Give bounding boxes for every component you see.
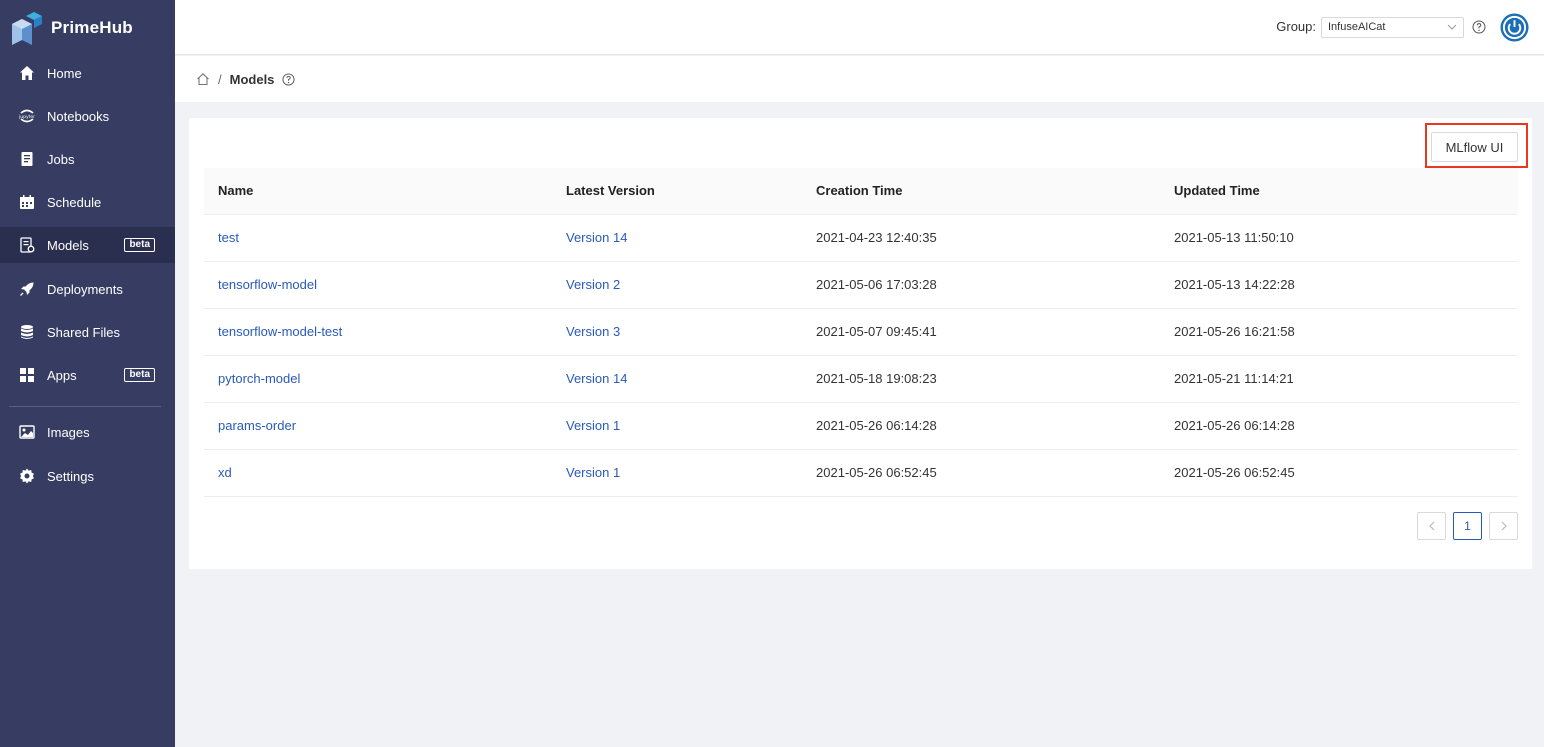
models-table: Name Latest Version Creation Time Update… [204, 168, 1518, 497]
updated-time-cell: 2021-05-26 16:21:58 [1160, 308, 1518, 356]
chevron-down-icon [1447, 24, 1457, 30]
model-version-link[interactable]: Version 2 [566, 277, 620, 292]
sidebar-item-schedule[interactable]: Schedule [0, 184, 175, 220]
creation-time-cell: 2021-05-18 19:08:23 [802, 355, 1160, 403]
creation-time-cell: 2021-05-26 06:14:28 [802, 402, 1160, 450]
chevron-right-icon [1501, 521, 1507, 531]
creation-time-cell: 2021-05-06 17:03:28 [802, 261, 1160, 309]
image-icon [18, 423, 36, 441]
model-name-link[interactable]: tensorflow-model-test [218, 324, 342, 339]
database-icon [18, 323, 36, 341]
column-header-latest-version[interactable]: Latest Version [552, 168, 802, 215]
model-name-link[interactable]: xd [218, 465, 232, 480]
sidebar-item-label: Apps [47, 367, 77, 383]
column-header-updated-time[interactable]: Updated Time [1160, 168, 1518, 215]
breadcrumb: / Models [175, 56, 1544, 102]
model-version-link[interactable]: Version 1 [566, 465, 620, 480]
model-version-link[interactable]: Version 1 [566, 418, 620, 433]
breadcrumb-separator: / [218, 71, 222, 87]
model-version-link[interactable]: Version 14 [566, 371, 627, 386]
model-version-link[interactable]: Version 14 [566, 230, 627, 245]
sidebar-item-notebooks[interactable]: jupyter Notebooks [0, 98, 175, 134]
table-row: tensorflow-model Version 2 2021-05-06 17… [204, 261, 1518, 309]
table-row: tensorflow-model-test Version 3 2021-05-… [204, 308, 1518, 356]
beta-badge: beta [124, 238, 155, 252]
beta-badge: beta [124, 368, 155, 382]
creation-time-cell: 2021-05-07 09:45:41 [802, 308, 1160, 356]
updated-time-cell: 2021-05-13 14:22:28 [1160, 261, 1518, 309]
home-icon [18, 64, 36, 82]
sidebar-item-label: Deployments [47, 281, 123, 297]
table-row: xd Version 1 2021-05-26 06:52:45 2021-05… [204, 449, 1518, 497]
updated-time-cell: 2021-05-13 11:50:10 [1160, 214, 1518, 262]
updated-time-cell: 2021-05-26 06:52:45 [1160, 449, 1518, 497]
column-header-creation-time[interactable]: Creation Time [802, 168, 1160, 215]
model-version-link[interactable]: Version 3 [566, 324, 620, 339]
creation-time-cell: 2021-05-26 06:52:45 [802, 449, 1160, 497]
sidebar-item-jobs[interactable]: Jobs [0, 141, 175, 177]
gear-icon [18, 467, 36, 485]
sidebar-item-label: Images [47, 424, 90, 440]
table-header-row: Name Latest Version Creation Time Update… [204, 168, 1518, 215]
breadcrumb-current: Models [229, 71, 275, 87]
sidebar-item-deployments[interactable]: Deployments [0, 271, 175, 307]
model-name-link[interactable]: params-order [218, 418, 296, 433]
jobs-icon [18, 150, 36, 168]
svg-text:jupyter: jupyter [19, 114, 35, 120]
sidebar-item-label: Settings [47, 468, 94, 484]
group-select-value: InfuseAICat [1328, 21, 1386, 33]
sidebar: PrimeHub Home jupyter Notebooks Jobs Sch… [0, 0, 175, 747]
model-name-link[interactable]: test [218, 230, 239, 245]
home-icon[interactable] [196, 72, 210, 86]
pagination-prev-button[interactable] [1417, 512, 1446, 540]
sidebar-item-home[interactable]: Home [0, 55, 175, 91]
user-avatar-icon[interactable] [1500, 13, 1529, 42]
updated-time-cell: 2021-05-26 06:14:28 [1160, 402, 1518, 450]
sidebar-item-settings[interactable]: Settings [0, 458, 175, 494]
mlflow-ui-button[interactable]: MLflow UI [1431, 132, 1518, 162]
sidebar-item-label: Home [47, 65, 82, 81]
sidebar-item-label: Notebooks [47, 108, 110, 124]
group-select[interactable]: InfuseAICat [1321, 17, 1464, 38]
sidebar-item-images[interactable]: Images [0, 414, 175, 450]
sidebar-item-apps[interactable]: Apps beta [0, 357, 175, 393]
apps-icon [18, 366, 36, 384]
group-label: Group: [1276, 19, 1316, 34]
sidebar-divider [9, 406, 161, 407]
app-name: PrimeHub [51, 17, 133, 37]
updated-time-cell: 2021-05-21 11:14:21 [1160, 355, 1518, 403]
table-row: params-order Version 1 2021-05-26 06:14:… [204, 402, 1518, 450]
help-icon[interactable] [1472, 20, 1486, 34]
help-icon[interactable] [282, 72, 295, 86]
top-header: Group: InfuseAICat [175, 0, 1544, 55]
sidebar-item-label: Schedule [47, 194, 102, 210]
table-row: pytorch-model Version 14 2021-05-18 19:0… [204, 355, 1518, 403]
sidebar-item-models[interactable]: Models beta [0, 227, 175, 263]
pagination-next-button[interactable] [1489, 512, 1518, 540]
model-name-link[interactable]: pytorch-model [218, 371, 300, 386]
primehub-logo-icon [12, 11, 42, 45]
pagination-page-button[interactable]: 1 [1453, 512, 1482, 540]
creation-time-cell: 2021-04-23 12:40:35 [802, 214, 1160, 262]
calendar-icon [18, 193, 36, 211]
jupyter-icon: jupyter [18, 107, 36, 125]
column-header-name[interactable]: Name [204, 168, 552, 215]
logo[interactable]: PrimeHub [0, 0, 175, 55]
table-row: test Version 14 2021-04-23 12:40:35 2021… [204, 214, 1518, 262]
rocket-icon [18, 280, 36, 298]
models-icon [18, 236, 36, 254]
sidebar-item-label: Shared Files [47, 324, 120, 340]
sidebar-item-shared-files[interactable]: Shared Files [0, 314, 175, 350]
sidebar-item-label: Models [47, 237, 89, 253]
model-name-link[interactable]: tensorflow-model [218, 277, 317, 292]
sidebar-item-label: Jobs [47, 151, 75, 167]
models-card: MLflow UI Name Latest Version Creation T… [189, 118, 1532, 569]
chevron-left-icon [1428, 521, 1434, 531]
